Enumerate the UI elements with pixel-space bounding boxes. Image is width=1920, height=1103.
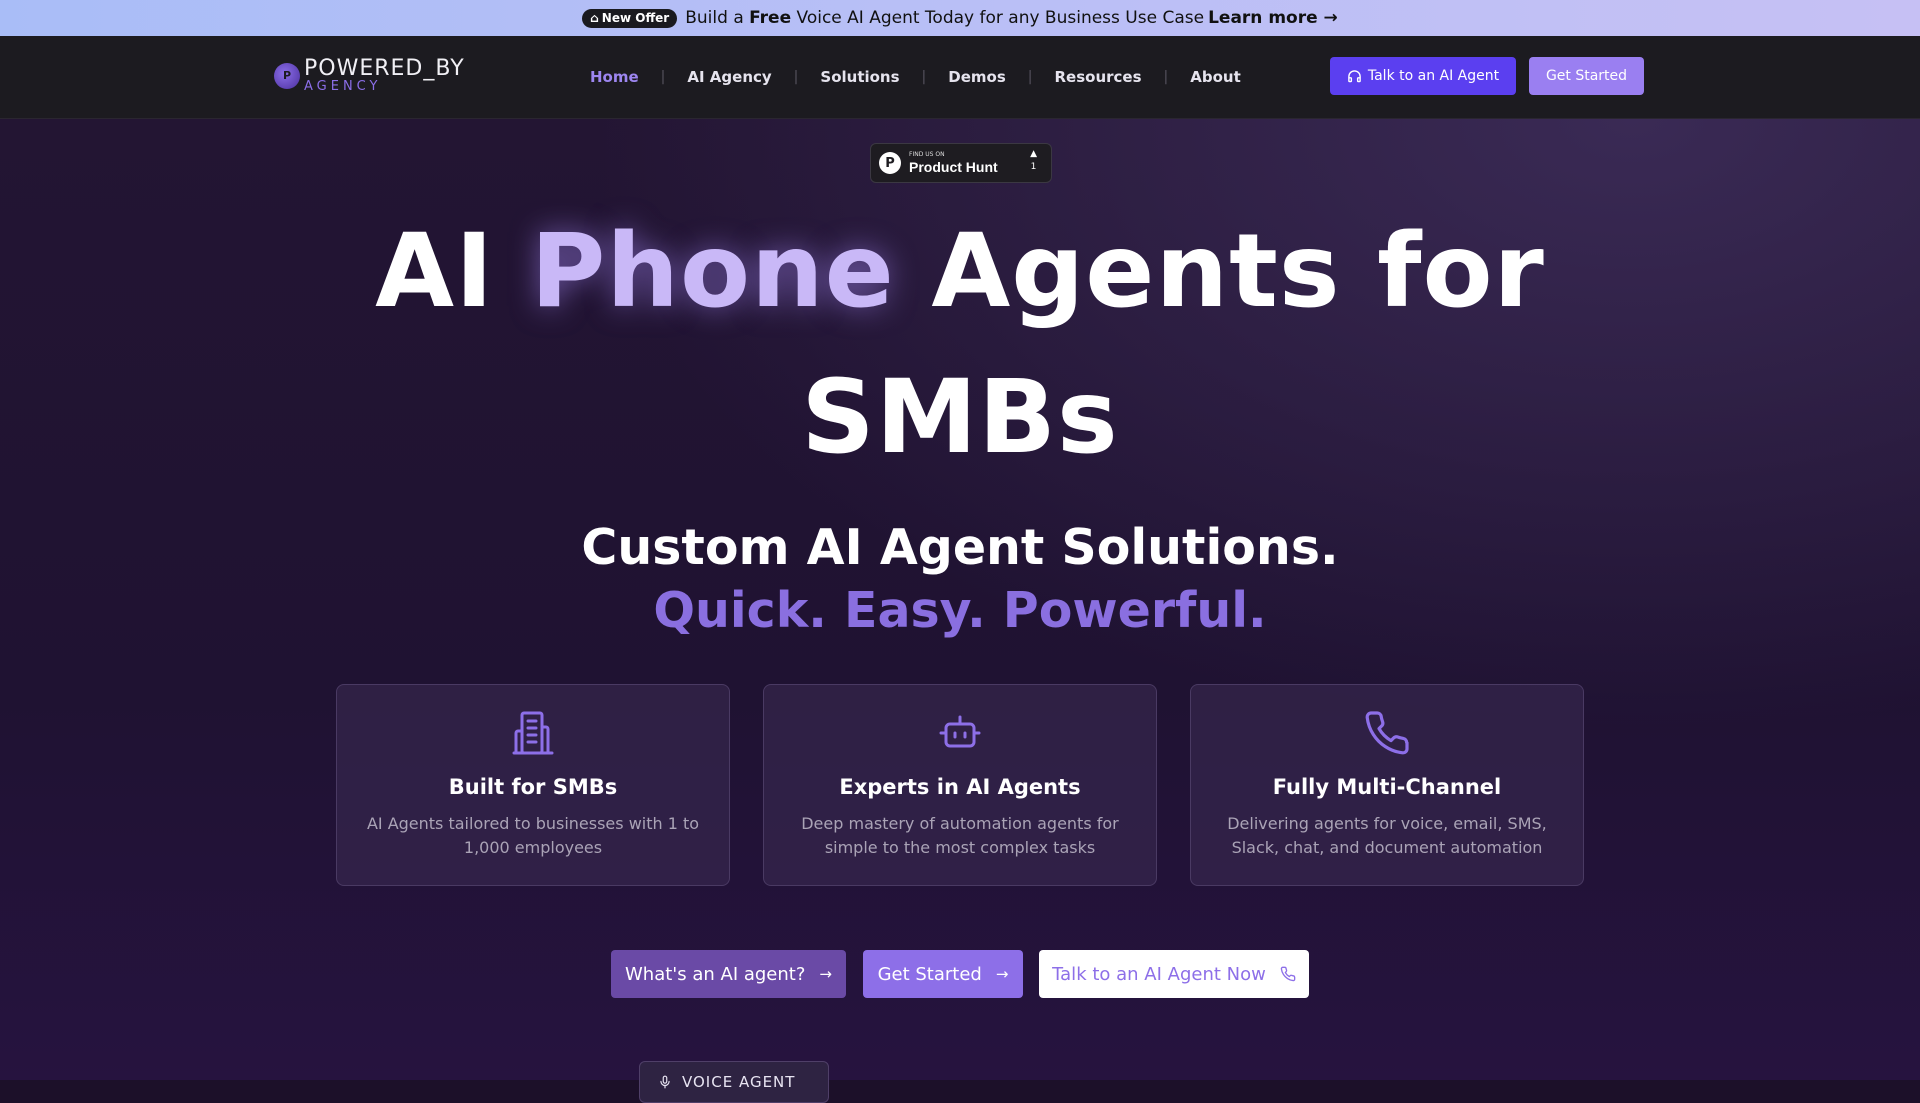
building-icon xyxy=(512,711,554,755)
headline-accent: Phone xyxy=(530,212,895,331)
nav-ai-agency[interactable]: AI Agency xyxy=(683,68,775,86)
nav-separator: | xyxy=(1027,69,1033,85)
feature-card-experts: Experts in AI Agents Deep mastery of aut… xyxy=(763,684,1157,886)
phone-icon xyxy=(1365,711,1409,755)
talk-to-agent-button[interactable]: Talk to an AI Agent xyxy=(1330,57,1516,95)
phone-icon xyxy=(1280,966,1296,982)
learn-more-link[interactable]: Learn more → xyxy=(1208,8,1338,28)
hero-tagline: Quick. Easy. Powerful. xyxy=(653,582,1267,639)
main-menu: Home | AI Agency | Solutions | Demos | R… xyxy=(586,36,1245,118)
upvote-count: ▲ 1 xyxy=(1030,149,1037,172)
robot-icon xyxy=(939,715,981,748)
logo[interactable]: P POWERED_BY AGENCY xyxy=(274,58,465,93)
nav-separator: | xyxy=(921,69,927,85)
announcement-text-bold: Free xyxy=(749,8,792,28)
nav-solutions[interactable]: Solutions xyxy=(816,68,903,86)
logo-mark-icon: P xyxy=(274,62,300,89)
microphone-icon xyxy=(660,1075,670,1089)
announcement-text-pre: Build a xyxy=(685,8,744,28)
logo-line2: AGENCY xyxy=(304,79,382,94)
feature-description: Deep mastery of automation agents for si… xyxy=(801,814,1119,857)
feature-card-smbs: Built for SMBs AI Agents tailored to bus… xyxy=(336,684,730,886)
product-hunt-small-text: FIND US ON xyxy=(909,151,945,158)
feature-description: AI Agents tailored to businesses with 1 … xyxy=(366,814,700,857)
get-started-hero-button[interactable]: Get Started → xyxy=(863,950,1023,998)
arrow-right-icon: → xyxy=(995,965,1009,983)
voice-agent-badge: VOICE AGENT xyxy=(639,1061,829,1103)
get-started-nav-button[interactable]: Get Started xyxy=(1529,57,1644,95)
logo-line1: POWERED_BY xyxy=(304,56,465,81)
feature-card-multichannel: Fully Multi-Channel Delivering agents fo… xyxy=(1190,684,1584,886)
hero-headline: AI Phone Agents for SMBs xyxy=(375,212,1545,477)
nav-separator: | xyxy=(793,69,799,85)
nav-about[interactable]: About xyxy=(1186,68,1245,86)
product-hunt-icon: P xyxy=(879,152,901,174)
announcement-text-post: Voice AI Agent Today for any Business Us… xyxy=(796,8,1205,28)
arrow-right-icon: → xyxy=(819,965,832,983)
product-hunt-name: Product Hunt xyxy=(909,159,998,175)
hero-section: P FIND US ON Product Hunt ▲ 1 AI Phone A… xyxy=(0,119,1920,1103)
nav-separator: | xyxy=(660,69,666,85)
top-navbar: P POWERED_BY AGENCY Home | AI Agency | S… xyxy=(0,36,1920,119)
announcement-bar: ⌂ New Offer Build a Free Voice AI Agent … xyxy=(0,0,1920,36)
upvote-arrow-icon: ▲ xyxy=(1030,149,1037,159)
talk-to-agent-now-button[interactable]: Talk to an AI Agent Now xyxy=(1039,950,1309,998)
feature-title: Fully Multi-Channel xyxy=(1272,775,1502,799)
headset-icon xyxy=(1348,69,1361,82)
gift-icon: ⌂ xyxy=(590,10,599,25)
product-hunt-badge[interactable]: P FIND US ON Product Hunt ▲ 1 xyxy=(870,143,1052,183)
nav-demos[interactable]: Demos xyxy=(944,68,1010,86)
hero-subtitle: Custom AI Agent Solutions. xyxy=(581,519,1339,576)
nav-home[interactable]: Home xyxy=(586,68,643,86)
whats-an-ai-agent-button[interactable]: What's an AI agent? → xyxy=(611,950,846,998)
nav-separator: | xyxy=(1163,69,1169,85)
feature-title: Experts in AI Agents xyxy=(839,775,1081,799)
new-offer-badge: ⌂ New Offer xyxy=(582,8,678,28)
feature-description: Delivering agents for voice, email, SMS,… xyxy=(1227,814,1547,857)
feature-title: Built for SMBs xyxy=(448,775,618,799)
talk-to-agent-label: Talk to an AI Agent xyxy=(1367,68,1500,84)
nav-resources[interactable]: Resources xyxy=(1050,68,1145,86)
